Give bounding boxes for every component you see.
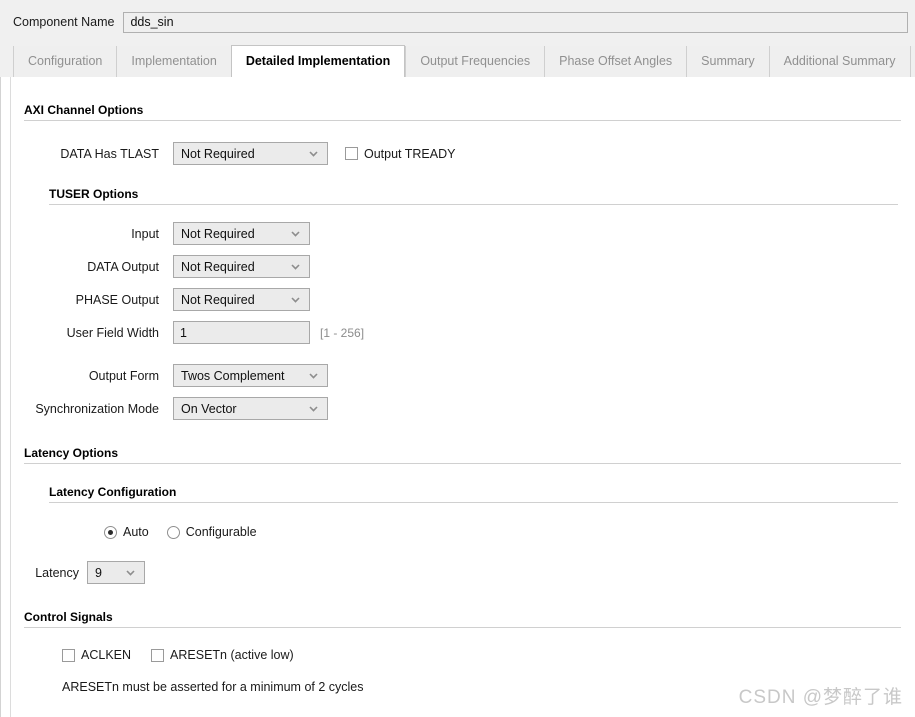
row-tuser-data-output: DATA Output Not Required	[49, 255, 915, 278]
label-user-field-width: User Field Width	[66, 325, 159, 340]
combo-tuser-data-output[interactable]: Not Required	[173, 255, 310, 278]
chevron-down-icon	[307, 369, 320, 382]
section-axi-channel-options: AXI Channel Options DATA Has TLAST Not R…	[24, 77, 915, 420]
radio-button-latency-auto[interactable]	[104, 525, 117, 539]
checkbox-output-tready[interactable]: Output TREADY	[345, 147, 455, 161]
label-synchronization-mode: Synchronization Mode	[35, 401, 159, 416]
tab-additional-summary[interactable]: Additional Summary	[768, 46, 910, 77]
radio-latency-auto[interactable]: Auto	[104, 525, 149, 539]
chevron-down-icon	[124, 566, 137, 579]
label-tuser-phase-output: PHASE Output	[75, 292, 159, 307]
tab-detailed-implementation[interactable]: Detailed Implementation	[230, 45, 406, 77]
component-name-bar: Component Name dds_sin	[0, 0, 915, 44]
section-title-tuser: TUSER Options	[49, 187, 139, 201]
row-tuser-phase-output: PHASE Output Not Required	[49, 288, 915, 311]
radio-label-latency-auto: Auto	[123, 525, 149, 539]
radio-button-latency-configurable[interactable]	[166, 525, 180, 539]
combo-data-has-tlast-value: Not Required	[181, 146, 255, 161]
tab-configuration[interactable]: Configuration	[13, 46, 117, 77]
combo-output-form-value: Twos Complement	[181, 368, 285, 383]
section-title-control-signals: Control Signals	[24, 610, 113, 624]
section-rule-latency-configuration	[49, 502, 898, 503]
combo-output-form[interactable]: Twos Complement	[173, 364, 328, 387]
label-data-has-tlast: DATA Has TLAST	[60, 146, 159, 161]
checkbox-label-output-tready: Output TREADY	[364, 146, 456, 161]
checkbox-box-output-tready[interactable]	[345, 147, 358, 160]
hint-user-field-width-range: [1 - 256]	[320, 325, 365, 340]
tab-output-frequencies[interactable]: Output Frequencies	[405, 46, 545, 77]
checkbox-box-aclken[interactable]	[62, 648, 75, 662]
component-name-input[interactable]: dds_sin	[123, 11, 908, 33]
combo-synchronization-mode[interactable]: On Vector	[173, 397, 328, 420]
section-rule-control-signals	[24, 627, 901, 628]
section-rule-latency	[24, 463, 901, 464]
section-latency-configuration: Latency Configuration Auto Configurable	[49, 485, 915, 539]
combo-synchronization-mode-value: On Vector	[181, 401, 237, 416]
radio-latency-configurable[interactable]: Configurable	[166, 525, 257, 539]
row-data-has-tlast: DATA Has TLAST Not Required Output TREAD…	[24, 142, 915, 165]
row-control-checkboxes: ACLKEN ARESETn (active low)	[62, 648, 915, 662]
panel-body: AXI Channel Options DATA Has TLAST Not R…	[10, 77, 915, 717]
checkbox-box-aresetn[interactable]	[151, 648, 165, 662]
row-latency-mode-radios: Auto Configurable	[104, 525, 915, 539]
chevron-down-icon	[307, 402, 320, 415]
combo-tuser-input-value: Not Required	[181, 226, 255, 241]
tab-phase-offset-angles[interactable]: Phase Offset Angles	[544, 46, 687, 77]
radio-label-latency-configurable: Configurable	[185, 525, 257, 539]
section-latency-options: Latency Options Latency Configuration Au…	[24, 446, 915, 584]
combo-tuser-input[interactable]: Not Required	[173, 222, 310, 245]
combo-tuser-data-output-value: Not Required	[181, 259, 255, 274]
csdn-watermark: CSDN @梦醉了谁	[738, 687, 903, 708]
row-user-field-width: User Field Width 1 [1 - 256]	[49, 321, 915, 344]
chevron-down-icon	[289, 260, 302, 273]
component-name-label: Component Name	[13, 15, 115, 29]
label-tuser-input: Input	[131, 226, 159, 241]
tab-summary[interactable]: Summary	[686, 46, 769, 77]
section-title-latency-configuration: Latency Configuration	[49, 485, 177, 499]
component-name-value: dds_sin	[130, 15, 174, 29]
checkbox-label-aresetn: ARESETn (active low)	[170, 648, 294, 662]
combo-data-has-tlast[interactable]: Not Required	[173, 142, 328, 165]
label-tuser-data-output: DATA Output	[87, 259, 159, 274]
input-user-field-width-value: 1	[180, 325, 187, 340]
label-output-form: Output Form	[88, 368, 159, 383]
row-output-form: Output Form Twos Complement	[24, 364, 915, 387]
row-tuser-input: Input Not Required	[49, 222, 915, 245]
row-latency-value: Latency 9	[24, 561, 915, 584]
section-title-axi: AXI Channel Options	[24, 103, 144, 117]
section-rule-tuser	[49, 204, 898, 205]
detailed-implementation-panel: AXI Channel Options DATA Has TLAST Not R…	[0, 77, 915, 717]
section-title-latency: Latency Options	[24, 446, 119, 460]
combo-latency[interactable]: 9	[87, 561, 145, 584]
checkbox-label-aclken: ACLKEN	[81, 648, 132, 662]
combo-tuser-phase-output-value: Not Required	[181, 292, 255, 307]
row-synchronization-mode: Synchronization Mode On Vector	[24, 397, 915, 420]
section-rule-axi	[24, 120, 901, 121]
chevron-down-icon	[289, 227, 302, 240]
checkbox-aclken[interactable]: ACLKEN	[62, 648, 131, 662]
combo-latency-value: 9	[95, 565, 102, 580]
chevron-down-icon	[307, 147, 320, 160]
tab-bar-filler	[909, 46, 915, 77]
tab-bar: Configuration Implementation Detailed Im…	[0, 44, 915, 77]
label-latency: Latency	[35, 565, 79, 580]
chevron-down-icon	[289, 293, 302, 306]
section-tuser-options: TUSER Options Input Not Required DATA Ou…	[49, 187, 915, 344]
input-user-field-width[interactable]: 1	[173, 321, 310, 344]
checkbox-aresetn[interactable]: ARESETn (active low)	[151, 648, 294, 662]
tab-implementation[interactable]: Implementation	[116, 46, 231, 77]
combo-tuser-phase-output[interactable]: Not Required	[173, 288, 310, 311]
